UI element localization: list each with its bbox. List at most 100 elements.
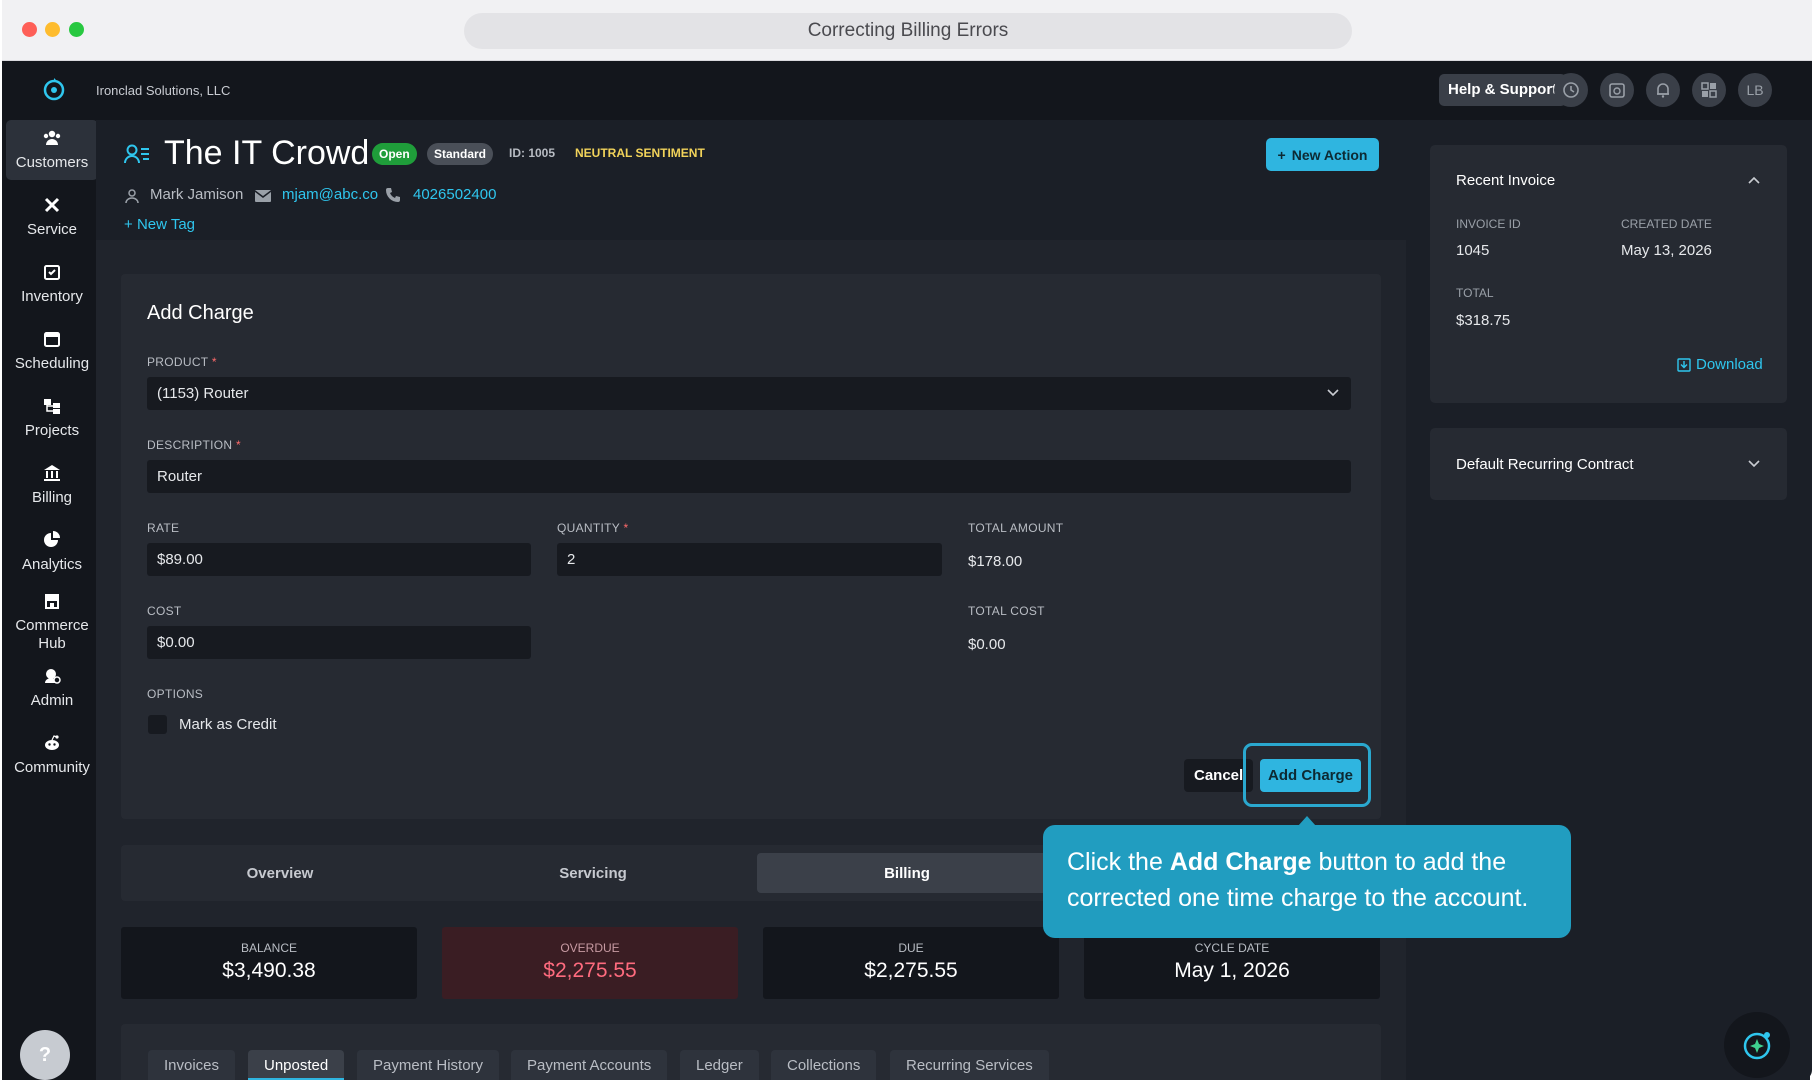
tab-overview[interactable]: Overview bbox=[130, 853, 430, 893]
cycle-date-value: May 1, 2026 bbox=[1174, 959, 1290, 982]
total-amount-label: TOTAL AMOUNT bbox=[968, 521, 1064, 535]
phone-icon bbox=[386, 188, 400, 202]
quantity-input[interactable]: 2 bbox=[557, 543, 942, 576]
sidebar-item-projects[interactable]: Projects bbox=[6, 388, 98, 448]
download-link[interactable]: Download bbox=[1677, 356, 1763, 373]
sidebar-item-community[interactable]: Community bbox=[6, 725, 98, 785]
sidebar-item-billing[interactable]: Billing bbox=[6, 455, 98, 515]
description-input[interactable]: Router bbox=[147, 460, 1351, 493]
due-label: DUE bbox=[898, 941, 924, 955]
user-avatar[interactable]: LB bbox=[1738, 73, 1772, 107]
sidebar-item-inventory[interactable]: Inventory bbox=[6, 254, 98, 314]
new-tag-button[interactable]: + New Tag bbox=[124, 216, 195, 233]
total-label: TOTAL bbox=[1456, 286, 1494, 300]
sidebar-item-customers[interactable]: Customers bbox=[6, 120, 98, 180]
due-value: $2,275.55 bbox=[864, 959, 958, 982]
mark-as-credit-label: Mark as Credit bbox=[179, 716, 277, 733]
sidebar-item-label: Service bbox=[26, 221, 78, 238]
admin-icon bbox=[45, 669, 61, 684]
contact-phone-link[interactable]: 4026502400 bbox=[413, 186, 496, 203]
quantity-label: QUANTITY * bbox=[557, 521, 629, 535]
chevron-up-icon[interactable] bbox=[1748, 176, 1760, 184]
service-icon bbox=[44, 197, 60, 213]
page-title: The IT Crowd bbox=[164, 134, 370, 172]
sidebar-item-label: Billing bbox=[31, 489, 73, 506]
sidebar-item-analytics[interactable]: Analytics bbox=[6, 522, 98, 582]
mark-as-credit-checkbox[interactable] bbox=[148, 715, 167, 734]
total-cost-label: TOTAL COST bbox=[968, 604, 1045, 618]
help-support-button[interactable]: Help & Support bbox=[1439, 74, 1567, 106]
pie-chart-icon bbox=[44, 531, 60, 547]
sidebar-item-admin[interactable]: Admin bbox=[6, 658, 98, 718]
customer-id: ID: 1005 bbox=[509, 146, 556, 160]
top-bar: Ironclad Solutions, LLC Help & Support L… bbox=[2, 61, 1812, 120]
subtab-payment-history[interactable]: Payment History bbox=[357, 1050, 500, 1080]
tab-billing[interactable]: Billing bbox=[757, 853, 1057, 893]
rate-input[interactable]: $89.00 bbox=[147, 543, 531, 576]
help-button[interactable]: ? bbox=[20, 1030, 70, 1080]
download-icon bbox=[1677, 357, 1691, 372]
chevron-down-icon[interactable] bbox=[1748, 460, 1760, 468]
sidebar-item-label: Inventory bbox=[21, 288, 83, 305]
sidebar: Customers Service Inventory Scheduling P… bbox=[2, 120, 98, 1080]
sidebar-item-label: Customers bbox=[15, 154, 89, 171]
tab-servicing[interactable]: Servicing bbox=[443, 853, 743, 893]
assistant-icon bbox=[1743, 1032, 1771, 1060]
calendar-icon bbox=[44, 332, 60, 347]
maximize-window-button[interactable] bbox=[69, 22, 84, 37]
projects-icon bbox=[44, 399, 60, 414]
subtab-invoices[interactable]: Invoices bbox=[148, 1050, 236, 1080]
sidebar-item-label: Commerce Hub bbox=[15, 617, 89, 652]
ai-assistant-button[interactable] bbox=[1724, 1012, 1790, 1078]
add-charge-button[interactable]: Add Charge bbox=[1260, 759, 1362, 792]
subtab-payment-accounts[interactable]: Payment Accounts bbox=[511, 1050, 668, 1080]
tier-badge: Standard bbox=[427, 143, 494, 165]
chevron-down-icon bbox=[1327, 389, 1339, 397]
inventory-icon bbox=[44, 265, 60, 280]
due-card: DUE $2,275.55 bbox=[763, 927, 1059, 999]
sidebar-item-commerce-hub[interactable]: Commerce Hub bbox=[6, 583, 98, 655]
subtab-ledger[interactable]: Ledger bbox=[680, 1050, 759, 1080]
total-amount-value: $178.00 bbox=[968, 553, 1023, 570]
subtab-recurring-services[interactable]: Recurring Services bbox=[890, 1050, 1049, 1080]
company-name: Ironclad Solutions, LLC bbox=[96, 83, 231, 98]
close-window-button[interactable] bbox=[22, 22, 37, 37]
created-date-label: CREATED DATE bbox=[1621, 217, 1712, 231]
product-select[interactable]: (1153) Router bbox=[147, 377, 1351, 410]
sidebar-item-scheduling[interactable]: Scheduling bbox=[6, 321, 98, 381]
store-icon bbox=[45, 594, 59, 609]
bank-icon bbox=[44, 465, 60, 481]
customer-contact-icon bbox=[124, 144, 149, 164]
sidebar-item-label: Admin bbox=[30, 692, 74, 709]
sidebar-item-service[interactable]: Service bbox=[6, 187, 98, 247]
description-label: DESCRIPTION * bbox=[147, 438, 241, 452]
new-action-label: New Action bbox=[1291, 146, 1368, 163]
app-logo-icon[interactable] bbox=[40, 75, 68, 103]
contact-name: Mark Jamison bbox=[150, 186, 244, 203]
recurring-contract-title: Default Recurring Contract bbox=[1456, 456, 1634, 473]
overdue-value: $2,275.55 bbox=[543, 959, 637, 982]
cost-label: COST bbox=[147, 604, 182, 618]
invoice-id-value: 1045 bbox=[1456, 242, 1490, 259]
rate-label: RATE bbox=[147, 521, 180, 535]
options-label: OPTIONS bbox=[147, 687, 204, 701]
subtab-unposted[interactable]: Unposted bbox=[248, 1050, 345, 1080]
panel-title: Add Charge bbox=[147, 302, 254, 324]
created-date-value: May 13, 2026 bbox=[1621, 242, 1712, 259]
new-action-button[interactable]: + New Action bbox=[1266, 138, 1379, 171]
timer-icon[interactable] bbox=[1600, 73, 1634, 107]
mail-icon bbox=[254, 190, 272, 202]
new-tag-label: New Tag bbox=[136, 216, 196, 233]
community-icon bbox=[45, 735, 59, 750]
recent-invoice-title: Recent Invoice bbox=[1456, 172, 1556, 189]
sidebar-item-label: Scheduling bbox=[14, 355, 90, 372]
minimize-window-button[interactable] bbox=[45, 22, 60, 37]
subtab-collections[interactable]: Collections bbox=[771, 1050, 877, 1080]
dashboard-icon[interactable] bbox=[1692, 73, 1726, 107]
window-title: Correcting Billing Errors bbox=[464, 13, 1352, 49]
bell-icon[interactable] bbox=[1646, 73, 1680, 107]
cost-input[interactable]: $0.00 bbox=[147, 626, 531, 659]
history-icon[interactable] bbox=[1554, 73, 1588, 107]
balance-value: $3,490.38 bbox=[222, 959, 316, 982]
contact-email-link[interactable]: mjam@abc.co bbox=[282, 186, 378, 203]
